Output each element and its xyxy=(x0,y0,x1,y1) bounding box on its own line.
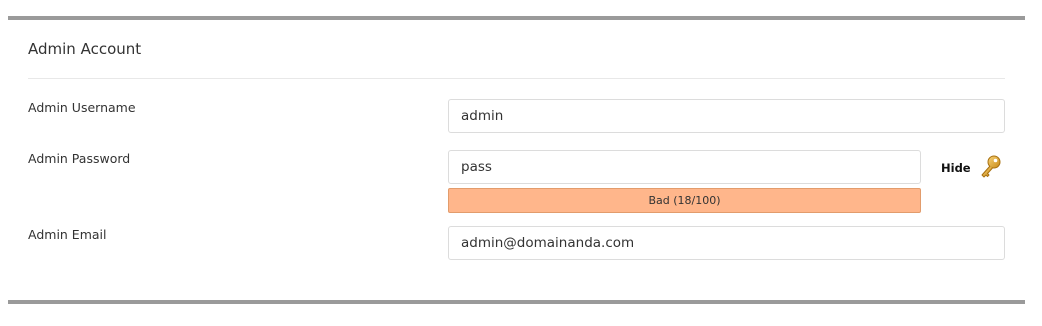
admin-account-panel: Admin Account Admin Username Admin Passw… xyxy=(8,16,1025,300)
password-strength-meter: Bad (18/100) xyxy=(448,188,921,213)
next-panel-border xyxy=(8,300,1025,304)
hide-password-toggle[interactable]: Hide xyxy=(941,161,971,175)
admin-email-label: Admin Email xyxy=(28,227,107,242)
key-icon[interactable] xyxy=(979,154,1003,180)
admin-email-input[interactable] xyxy=(448,226,1005,260)
admin-username-input[interactable] xyxy=(448,99,1005,133)
admin-password-input[interactable] xyxy=(448,150,921,184)
admin-password-label: Admin Password xyxy=(28,151,131,166)
section-title: Admin Account xyxy=(28,40,142,58)
section-divider xyxy=(28,78,1005,79)
admin-username-label: Admin Username xyxy=(28,100,136,115)
